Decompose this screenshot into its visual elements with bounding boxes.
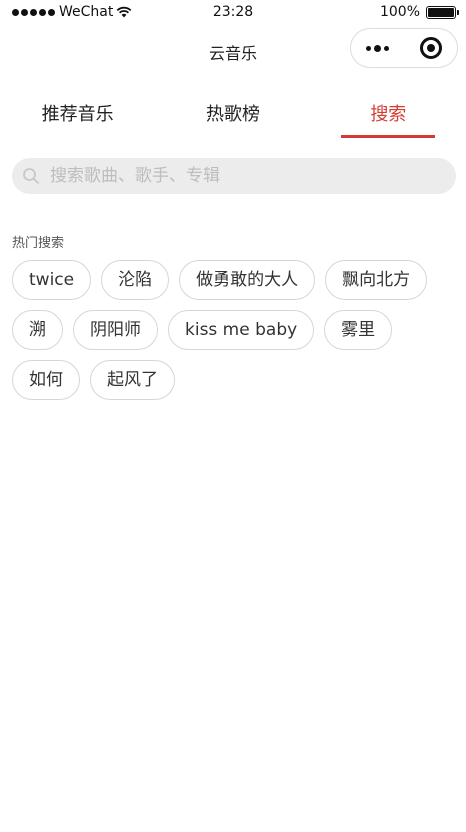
hot-search-tag[interactable]: 飘向北方 xyxy=(325,260,428,300)
search-icon xyxy=(23,168,39,184)
hot-search-tags: twice 沦陷 做勇敢的大人 飘向北方 溯 阴阳师 kiss me baby … xyxy=(12,260,456,400)
hot-search-tag[interactable]: 沦陷 xyxy=(101,260,170,300)
hot-search-tag[interactable]: 做勇敢的大人 xyxy=(179,260,316,300)
battery-fill xyxy=(428,7,454,17)
miniprogram-capsule xyxy=(350,28,458,68)
status-right: 100% xyxy=(379,4,459,20)
battery-icon xyxy=(426,5,459,19)
app-page: WeChat 23:28 100% 云音乐 推荐音乐 热歌榜 搜索 搜索歌曲、歌… xyxy=(0,0,466,832)
nav-bar: 云音乐 xyxy=(0,26,466,76)
tab-recommend[interactable]: 推荐音乐 xyxy=(0,84,155,140)
battery-percent: 100% xyxy=(379,4,420,20)
more-icon[interactable] xyxy=(366,44,390,52)
hot-search-title: 热门搜索 xyxy=(12,236,65,251)
tab-hot-songs[interactable]: 热歌榜 xyxy=(155,84,310,140)
search-input[interactable] xyxy=(50,166,430,186)
hot-search-tag[interactable]: 起风了 xyxy=(90,360,175,400)
hot-search-tag[interactable]: kiss me baby xyxy=(168,310,315,350)
hot-search-tag[interactable]: 如何 xyxy=(12,360,80,400)
close-icon[interactable] xyxy=(419,37,442,59)
status-bar: WeChat 23:28 100% xyxy=(0,0,466,26)
search-bar[interactable] xyxy=(12,158,456,194)
hot-search-tag[interactable]: twice xyxy=(12,260,92,300)
hot-search-tag[interactable]: 溯 xyxy=(12,310,63,350)
tab-bar: 推荐音乐 热歌榜 搜索 xyxy=(0,84,466,140)
hot-search-tag[interactable]: 阴阳师 xyxy=(73,310,158,350)
tab-search[interactable]: 搜索 xyxy=(311,84,466,140)
hot-search-tag[interactable]: 雾里 xyxy=(324,310,393,350)
